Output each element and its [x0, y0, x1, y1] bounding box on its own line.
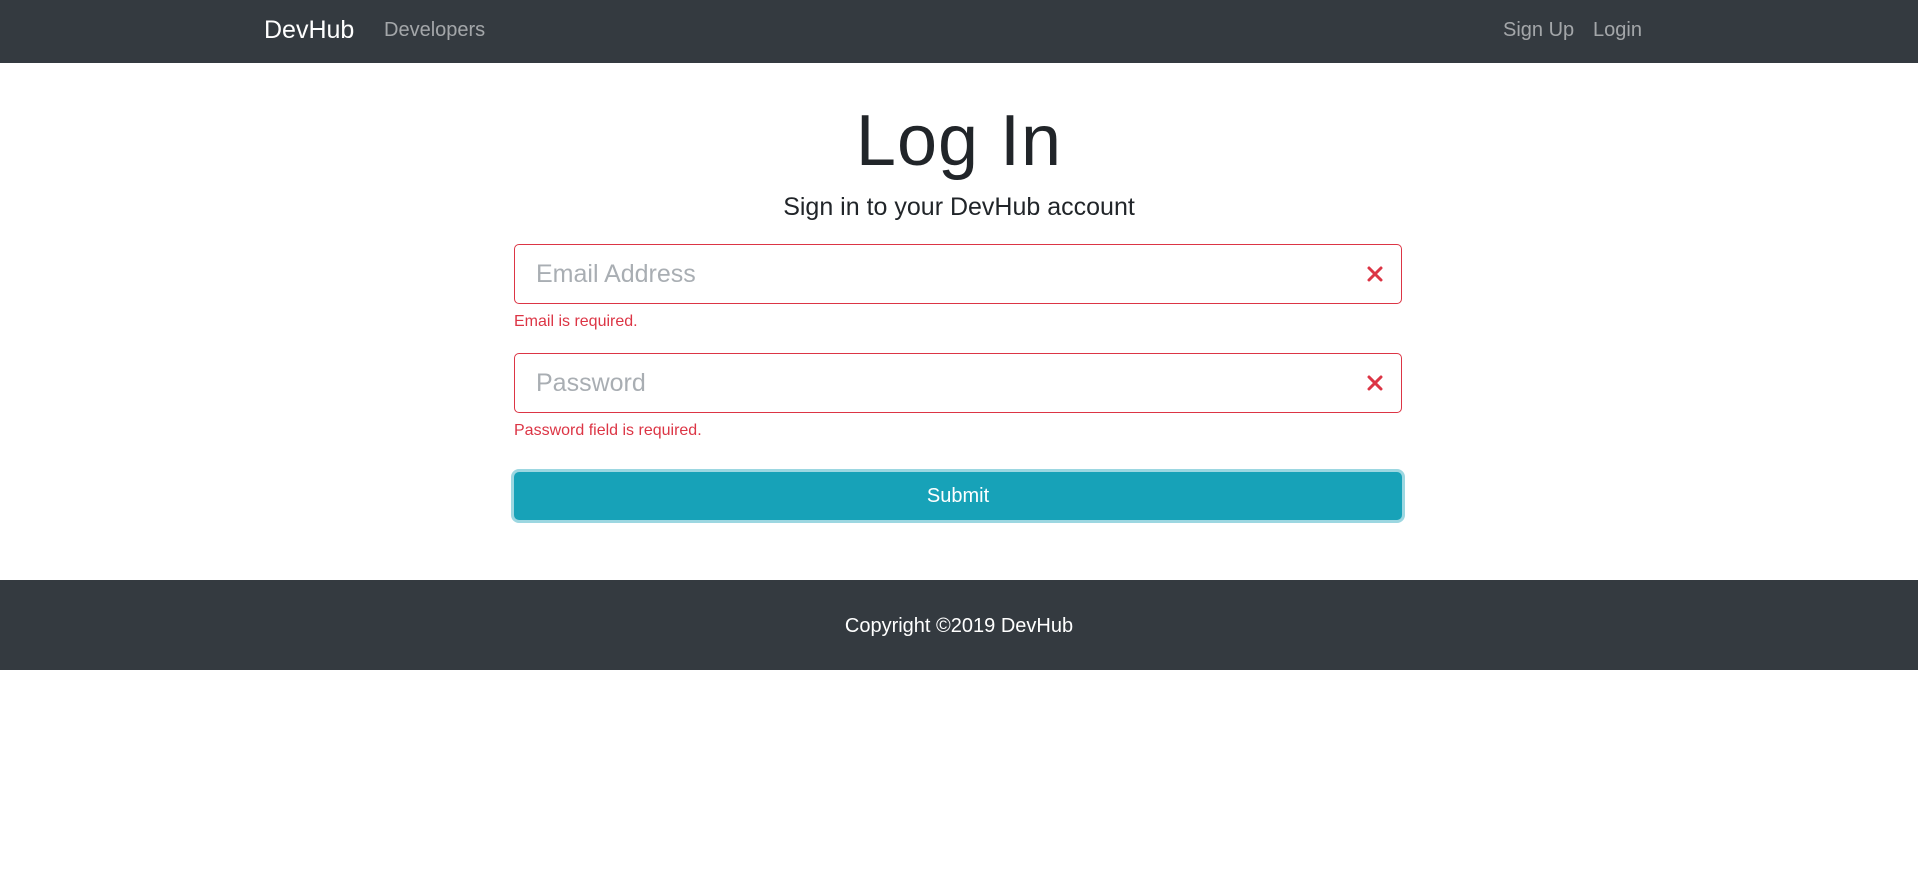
password-input[interactable] [515, 354, 1401, 412]
nav-developers-link[interactable]: Developers [384, 16, 485, 44]
top-navbar: DevHub Developers Sign Up Login [0, 0, 1918, 63]
nav-login-link[interactable]: Login [1593, 16, 1642, 44]
page-subtitle: Sign in to your DevHub account [783, 193, 1135, 221]
nav-sign-up-link[interactable]: Sign Up [1503, 16, 1574, 44]
invalid-x-icon [1367, 266, 1383, 282]
page-title: Log In [855, 101, 1063, 181]
page-footer: Copyright ©2019 DevHub [0, 580, 1918, 670]
password-error-message: Password field is required. [514, 422, 702, 439]
email-input[interactable] [515, 245, 1401, 303]
brand-logo-link[interactable]: DevHub [264, 14, 354, 46]
email-field-container [514, 244, 1402, 304]
copyright-text: Copyright ©2019 DevHub [844, 615, 1074, 637]
password-field-container [514, 353, 1402, 413]
email-error-message: Email is required. [514, 313, 638, 330]
invalid-x-icon [1367, 375, 1383, 391]
submit-button[interactable]: Submit [514, 472, 1402, 520]
